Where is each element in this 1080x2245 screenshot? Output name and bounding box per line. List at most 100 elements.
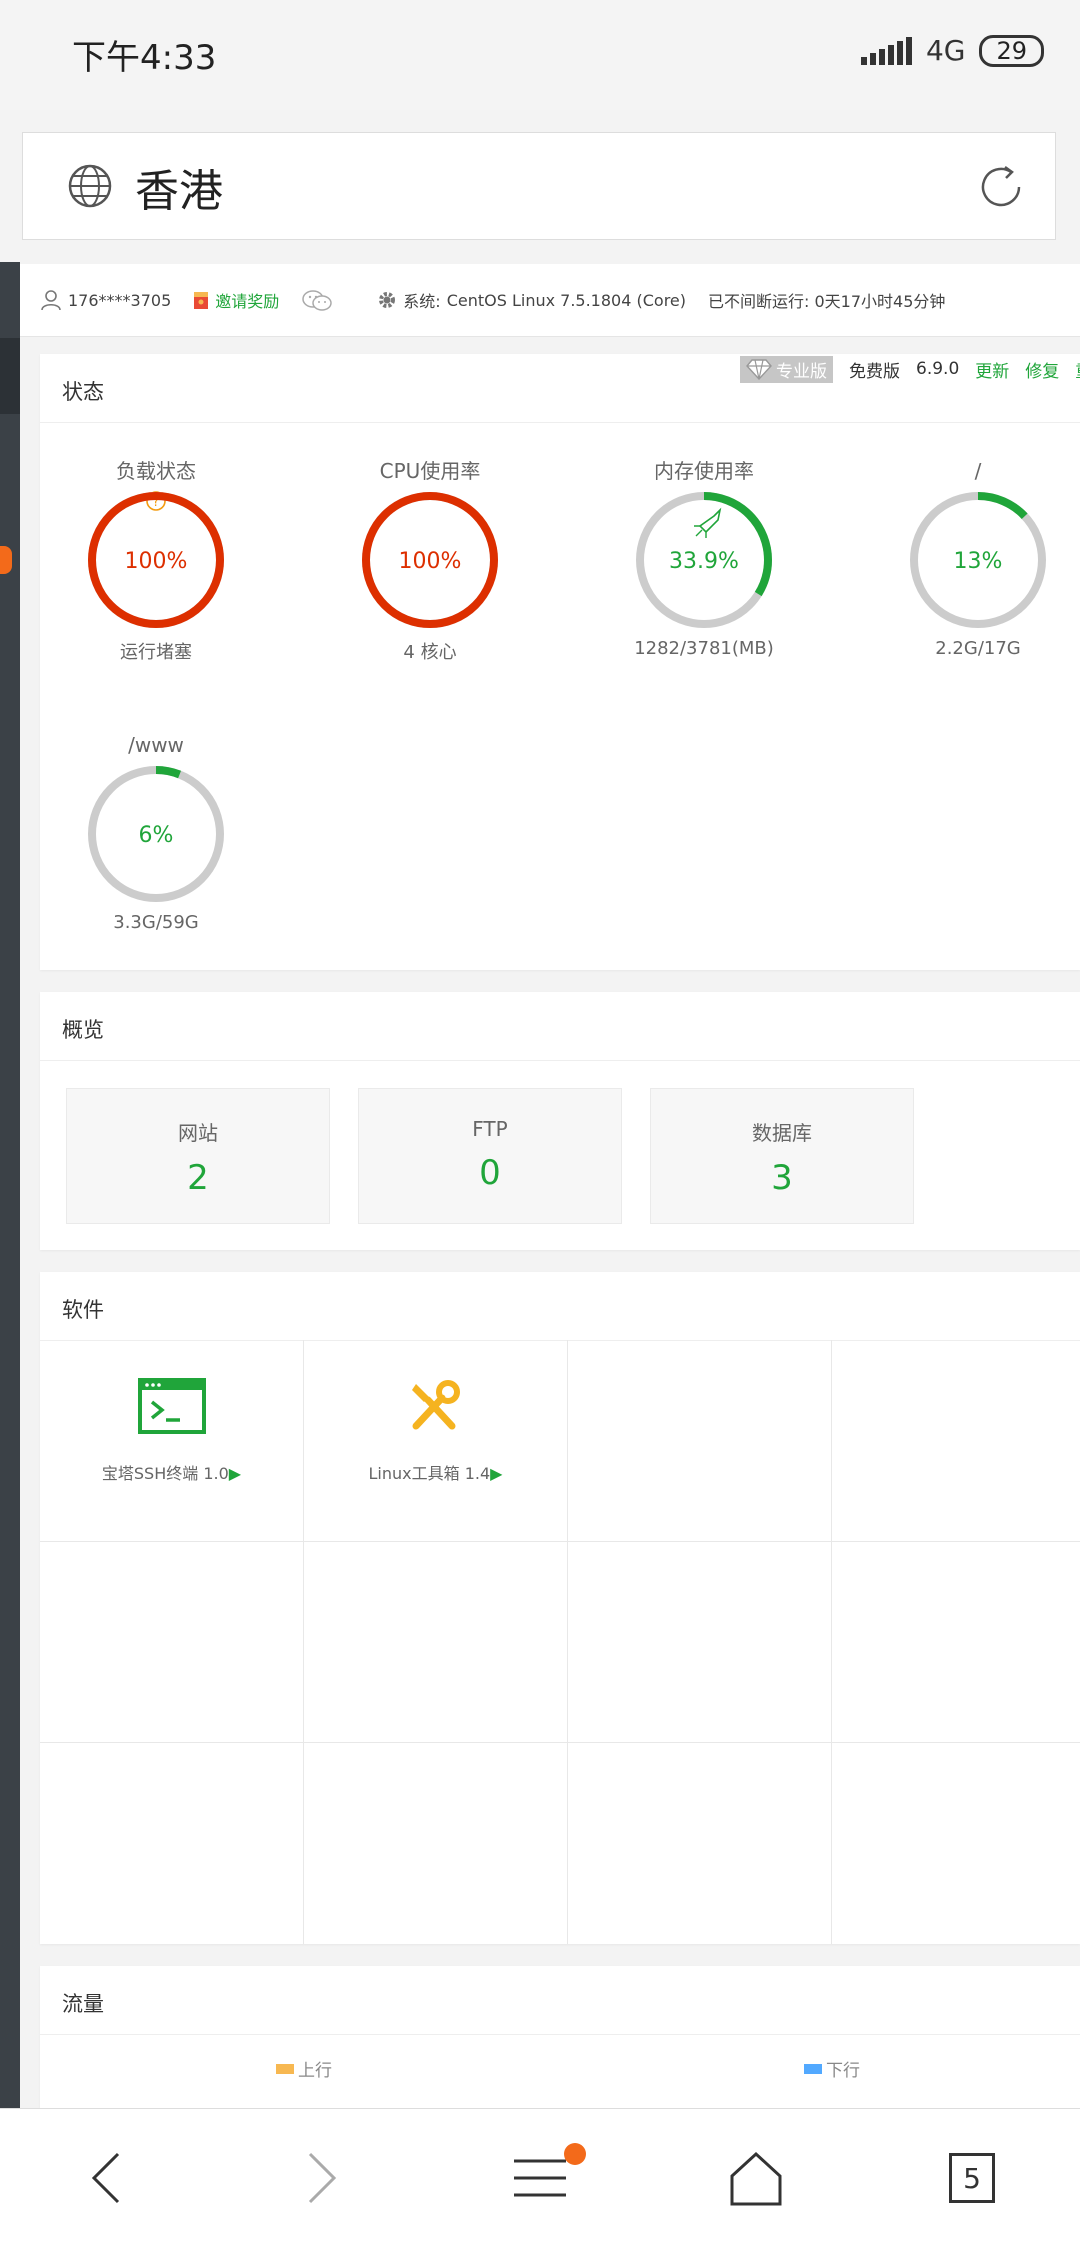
gift-icon <box>194 292 209 309</box>
software-grid: 宝塔SSH终端 1.0▶ Linux工具箱 1.4▶ <box>40 1340 1080 1944</box>
overview-value: 2 <box>187 1158 209 1198</box>
gauge-load[interactable]: 负载状态 ? 100% 运行堵塞 <box>56 456 256 664</box>
download-label: 下行 <box>826 2061 860 2081</box>
info-row: 176****3705 邀请奖励 系统: CentOS Linux 7.5.18… <box>20 264 1080 337</box>
gauge-ring: 6% <box>88 766 224 902</box>
svg-text:13%: 13% <box>954 549 1003 574</box>
software-name: 宝塔SSH终端 1.0▶ <box>101 1464 242 1483</box>
wechat-icon <box>302 290 333 311</box>
play-icon[interactable]: ▶ <box>490 1464 502 1483</box>
gauge-ring: 100% <box>88 492 224 628</box>
software-item[interactable]: Linux工具箱 1.4▶ <box>304 1340 568 1542</box>
traffic-card: 流量 上行 下行 <box>40 1966 1080 2108</box>
software-empty-slot <box>832 1340 1080 1542</box>
user-info[interactable]: 176****3705 <box>40 289 171 311</box>
user-icon <box>41 290 61 311</box>
gauge-cpu[interactable]: CPU使用率 100% 4 核心 <box>330 456 530 664</box>
gauge-title: 内存使用率 <box>654 459 754 483</box>
user-phone: 176****3705 <box>68 290 172 310</box>
sidebar-active-item[interactable] <box>0 338 20 414</box>
chevron-right-icon <box>308 2152 337 2204</box>
restart-link[interactable]: 重启 <box>1075 357 1080 382</box>
edition-label: 免费版 <box>849 361 900 382</box>
tabs-count: 5 <box>949 2153 995 2203</box>
gauge-title: 负载状态 ? <box>116 459 196 511</box>
page-title: 香港 <box>135 166 223 217</box>
software-card: 软件 宝塔SSH终端 1.0▶ Linux工具箱 1.4▶ <box>40 1272 1080 1944</box>
software-item[interactable]: 宝塔SSH终端 1.0▶ <box>40 1340 304 1542</box>
svg-text:6%: 6% <box>139 823 174 848</box>
address-bar[interactable]: 香港 <box>22 132 1056 240</box>
status-card-header: 状态 专业版 免费版 6.9.0 更新 修复 重启 <box>40 354 1080 423</box>
version-bar: 专业版 免费版 6.9.0 更新 修复 重启 <box>740 354 1080 384</box>
software-empty-slot <box>568 1542 832 1743</box>
svg-text:100%: 100% <box>399 549 462 574</box>
update-link[interactable]: 更新 <box>975 357 1009 382</box>
refresh-icon[interactable] <box>975 161 1027 213</box>
gauge-title: /www <box>128 733 184 757</box>
gauge-sub: 2.2G/17G <box>935 638 1021 659</box>
status-card: 状态 专业版 免费版 6.9.0 更新 修复 重启 负载状态 ? <box>40 354 1080 970</box>
gauge-disk-www[interactable]: /www 6% 3.3G/59G <box>56 730 256 933</box>
software-empty-slot <box>568 1340 832 1542</box>
menu-button[interactable] <box>490 2133 590 2223</box>
gauge-disk-root[interactable]: / 13% 2.2G/17G <box>878 456 1078 659</box>
network-type: 4G <box>925 34 966 67</box>
menu-icon <box>514 2159 566 2197</box>
browser-nav-bar: 5 <box>0 2108 1080 2245</box>
overview-value: 0 <box>479 1153 501 1193</box>
software-empty-slot <box>304 1542 568 1743</box>
gauge-title: CPU使用率 <box>379 459 481 483</box>
software-empty-slot <box>304 1743 568 1944</box>
home-icon <box>730 2151 782 2206</box>
tabs-button[interactable]: 5 <box>922 2133 1022 2223</box>
gauge-sub: 1282/3781(MB) <box>634 638 774 659</box>
overview-label: 网站 <box>178 1121 218 1145</box>
uptime: 已不间断运行: 0天17小时45分钟 <box>708 292 946 311</box>
terminal-icon <box>138 1378 206 1434</box>
svg-text:33.9%: 33.9% <box>669 549 739 574</box>
overview-label: FTP <box>472 1117 508 1141</box>
sidebar-edge[interactable] <box>0 262 20 2108</box>
invite-link[interactable]: 邀请奖励 <box>193 288 279 312</box>
globe-icon <box>68 164 112 208</box>
diamond-icon <box>746 359 772 380</box>
invite-text: 邀请奖励 <box>215 292 280 311</box>
gauge-memory[interactable]: 内存使用率 33.9% 1282/3781(MB) <box>604 456 804 659</box>
software-empty-slot <box>832 1743 1080 1944</box>
back-button[interactable] <box>56 2133 156 2223</box>
system-label: 系统: <box>403 292 441 311</box>
gauge-title: / <box>974 459 982 483</box>
status-time: 下午4:33 <box>72 38 217 78</box>
home-button[interactable] <box>706 2133 806 2223</box>
repair-link[interactable]: 修复 <box>1025 357 1059 382</box>
status-bar: 下午4:33 4G 29 <box>0 0 1080 110</box>
version-number: 6.9.0 <box>916 359 960 379</box>
svg-text:100%: 100% <box>125 549 188 574</box>
gauge-ring: 13% <box>910 492 1046 628</box>
software-empty-slot <box>40 1542 304 1743</box>
traffic-card-title: 流量 <box>62 1992 104 2016</box>
software-card-title: 软件 <box>62 1298 104 1322</box>
legend-download: 下行 <box>804 2056 860 2081</box>
overview-ftp[interactable]: FTP 0 <box>358 1088 622 1224</box>
download-swatch <box>804 2063 822 2074</box>
play-icon[interactable]: ▶ <box>229 1464 241 1483</box>
overview-card: 概览 网站 2 FTP 0 数据库 3 <box>40 992 1080 1250</box>
gauge-ring: 100% <box>362 492 498 628</box>
system-info: 系统: CentOS Linux 7.5.1804 (Core) <box>377 288 686 312</box>
upload-swatch <box>276 2063 294 2074</box>
overview-label: 数据库 <box>752 1121 812 1145</box>
wechat-link[interactable] <box>301 289 333 311</box>
overview-database[interactable]: 数据库 3 <box>650 1088 914 1224</box>
pro-badge-label: 专业版 <box>776 361 827 382</box>
overview-sites[interactable]: 网站 2 <box>66 1088 330 1224</box>
status-icons: 4G 29 <box>860 34 1044 67</box>
signal-icon <box>860 36 912 65</box>
software-card-header: 软件 <box>40 1272 1080 1341</box>
gauge-sub: 运行堵塞 <box>120 642 192 663</box>
forward-button[interactable] <box>272 2133 372 2223</box>
tools-icon <box>412 1380 460 1430</box>
rocket-icon[interactable] <box>694 507 722 538</box>
pro-badge[interactable]: 专业版 <box>740 355 833 383</box>
